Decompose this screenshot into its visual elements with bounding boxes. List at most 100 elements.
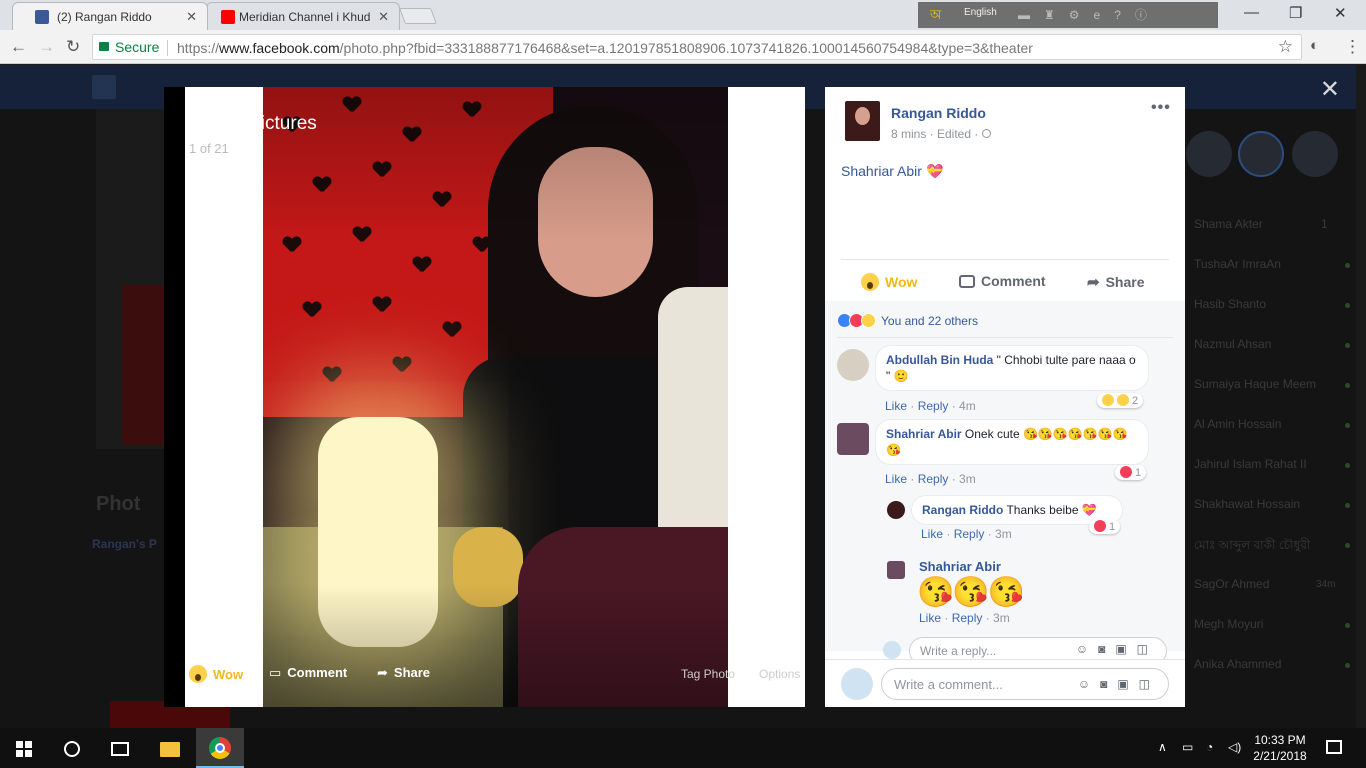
reactions-summary[interactable]: You and 22 others [837, 313, 978, 328]
share-button[interactable]: ➦ Share [1087, 273, 1145, 291]
like-link[interactable]: Like [885, 472, 907, 486]
forward-icon[interactable]: → [38, 37, 55, 57]
reply-author[interactable]: Shahriar Abir [919, 559, 1001, 574]
previous-arrow-icon[interactable]: ‹ [190, 382, 203, 427]
close-tab-icon[interactable]: ✕ [186, 9, 197, 25]
photo-comment-button[interactable]: ▭ Comment [269, 665, 347, 681]
start-button[interactable] [0, 728, 48, 768]
comment-reaction-badge[interactable]: 1 [1115, 465, 1147, 480]
comment-reaction-badge[interactable]: 2 [1097, 393, 1144, 408]
bangla-icon[interactable]: অ [930, 6, 941, 27]
reply-link[interactable]: Reply [952, 611, 983, 625]
like-link[interactable]: Like [885, 399, 907, 413]
profile-photo[interactable] [263, 87, 728, 707]
next-arrow-icon[interactable]: › [778, 382, 791, 427]
cortana-icon [64, 741, 80, 757]
reply-time[interactable]: 3m [993, 611, 1010, 625]
volume-icon[interactable]: ◁) [1228, 740, 1241, 754]
extension-icon[interactable]: ◐ [1310, 37, 1319, 54]
game-avatar [1292, 131, 1338, 177]
action-center-icon[interactable] [1326, 740, 1342, 754]
battery-icon[interactable]: ▭ [1182, 740, 1193, 754]
comment-author[interactable]: Abdullah Bin Huda [886, 353, 993, 367]
comment-button[interactable]: Comment [959, 273, 1046, 289]
photo-wow-button[interactable]: Wow [189, 665, 243, 683]
secure-indicator[interactable]: Secure [99, 39, 159, 55]
comment-bubble: Abdullah Bin Huda " Chhobi tulte pare na… [875, 345, 1149, 391]
game-avatar [1238, 131, 1284, 177]
reply-author-avatar[interactable] [887, 501, 905, 519]
chat-contact: Sumaiya Haque Meem [1194, 377, 1317, 391]
like-link[interactable]: Like [919, 611, 941, 625]
gift-heart-emoji: 💝 [925, 163, 944, 179]
chrome-taskbar-button[interactable] [196, 728, 244, 768]
photos-heading: Phot [96, 493, 141, 515]
reply-time[interactable]: 3m [995, 527, 1012, 541]
expand-icon[interactable]: ⤢ [771, 117, 791, 137]
back-icon[interactable]: ← [10, 37, 27, 57]
file-explorer-button[interactable] [146, 728, 194, 768]
reply-author[interactable]: Rangan Riddo [922, 503, 1003, 517]
comment-label: Comment [287, 665, 348, 680]
bookmark-star-icon[interactable]: ☆ [1278, 37, 1293, 57]
language-label[interactable]: English [964, 7, 997, 18]
chat-contact: Shama Akter [1194, 217, 1263, 231]
show-hidden-icons[interactable]: ∧ [1158, 740, 1167, 754]
restore-icon[interactable]: ❐ [1289, 4, 1302, 22]
commenter-avatar[interactable] [837, 423, 869, 455]
system-clock[interactable]: 10:33 PM 2/21/2018 [1248, 732, 1312, 764]
new-tab-button[interactable] [399, 8, 437, 24]
comment-author[interactable]: Shahriar Abir [886, 427, 962, 441]
online-dot [1345, 463, 1350, 468]
scrollbar[interactable] [1356, 65, 1366, 728]
wow-button[interactable]: Wow [861, 273, 917, 291]
facebook-logo-icon[interactable] [92, 75, 116, 99]
game-avatar [1186, 131, 1232, 177]
tab-label: Meridian Channel i Khud [239, 10, 371, 24]
comment-time[interactable]: 4m [959, 399, 976, 413]
reply-link[interactable]: Reply [954, 527, 985, 541]
menu-icon[interactable]: ⋮ [1344, 37, 1361, 57]
chat-sidebar: Shama Akter 1 TushaAr ImraAn Hasib Shant… [1186, 65, 1356, 728]
author-name[interactable]: Rangan Riddo [891, 105, 986, 121]
reply-author-avatar[interactable] [887, 561, 905, 579]
reply-reaction-badge[interactable]: 1 [1089, 519, 1121, 534]
cortana-button[interactable] [48, 728, 96, 768]
post-time[interactable]: 8 mins · Edited · [891, 127, 978, 141]
tagged-person[interactable]: Shahriar Abir [841, 163, 922, 179]
comment-input[interactable]: Write a comment... ☺◙▣◫ [881, 668, 1169, 700]
tag-photo-link[interactable]: Tag Photo [681, 667, 735, 681]
album-title[interactable]: Profile Pictures [189, 113, 317, 135]
close-theater-icon[interactable]: ✕ [1320, 75, 1340, 104]
url-field[interactable]: Secure https://www.facebook.com/photo.ph… [92, 34, 1302, 60]
photo-share-button[interactable]: ➦ Share [377, 665, 430, 681]
input-tool-icons[interactable]: ☺◙▣◫ [1076, 642, 1158, 656]
wow-icon [189, 665, 207, 683]
folder-icon [160, 742, 180, 757]
options-link[interactable]: Options [759, 667, 800, 681]
more-options-icon[interactable]: ••• [1151, 99, 1171, 117]
chat-contact: Hasib Shanto [1194, 297, 1267, 311]
like-link[interactable]: Like [921, 527, 943, 541]
close-window-icon[interactable]: ✕ [1334, 4, 1347, 22]
tab-facebook[interactable]: (2) Rangan Riddo ✕ [12, 2, 208, 30]
comment-time[interactable]: 3m [959, 472, 976, 486]
share-icon: ➦ [377, 665, 388, 680]
reload-icon[interactable]: ↻ [66, 37, 80, 57]
reaction-count: 1 [1135, 467, 1142, 479]
reply-link[interactable]: Reply [918, 472, 949, 486]
wifi-icon[interactable]: ◔ [1206, 740, 1213, 754]
love-reaction-icon [1120, 466, 1132, 478]
chat-contact: Nazmul Ahsan [1194, 337, 1272, 351]
author-avatar[interactable] [845, 101, 880, 141]
input-tool-icons[interactable]: ☺◙▣◫ [1078, 677, 1160, 691]
commenter-avatar[interactable] [837, 349, 869, 381]
toolbar-icons[interactable]: ▬♜⚙e?ⓘ [1018, 6, 1161, 23]
task-view-button[interactable] [96, 728, 144, 768]
close-tab-icon[interactable]: ✕ [378, 9, 389, 25]
tab-youtube[interactable]: Meridian Channel i Khud ✕ [206, 2, 400, 30]
reply-link[interactable]: Reply [918, 399, 949, 413]
online-dot [1345, 263, 1350, 268]
minimize-icon[interactable]: — [1244, 4, 1259, 21]
haha-reaction-icon [1102, 394, 1114, 406]
